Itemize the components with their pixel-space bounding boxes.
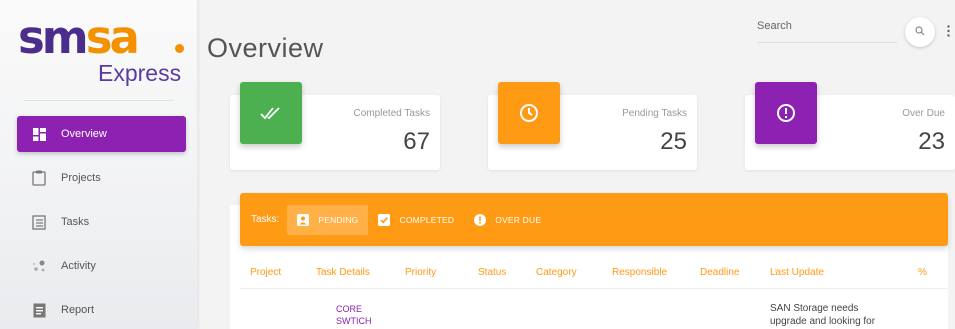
sidebar-item-label: Report [61,304,95,316]
search-input[interactable]: Search [757,20,897,43]
double-check-icon [240,82,302,144]
tab-over-due[interactable]: OVER DUE [464,205,551,235]
over-due-card[interactable]: Over Due 23 [745,82,955,170]
person-icon [297,213,310,226]
list-icon [31,214,47,230]
task-details-cell[interactable]: CORE SWTICH [336,303,372,327]
alert-circle-icon [474,213,487,226]
tab-pending[interactable]: PENDING [287,204,369,235]
card-value: 23 [918,128,945,155]
card-label: Completed Tasks [353,108,430,119]
card-value: 67 [403,128,430,155]
completed-tasks-card[interactable]: Completed Tasks 67 [230,82,440,170]
dashboard-icon [31,126,47,142]
report-icon [31,302,47,318]
page-title: Overview [207,33,324,63]
clipboard-icon [31,170,47,186]
sidebar-item-tasks[interactable]: Tasks [17,204,186,240]
tab-label: PENDING [318,214,359,225]
more-options-icon[interactable] [947,24,950,37]
table-divider [240,288,948,289]
sidebar-item-activity[interactable]: Activity [17,248,186,284]
tab-completed[interactable]: COMPLETED [368,205,464,235]
logo-wordmark: smsa [18,11,140,64]
last-update-cell: SAN Storage needs upgrade and looking fo… [770,303,876,327]
activity-icon [31,258,47,274]
card-label: Pending Tasks [622,108,687,119]
sidebar-item-projects[interactable]: Projects [17,160,186,196]
search-icon [915,23,925,41]
sidebar-item-label: Activity [61,260,96,272]
alert-circle-icon [755,82,817,144]
sidebar-item-label: Tasks [61,216,90,228]
sidebar-divider [24,100,174,101]
sidebar-item-overview[interactable]: Overview [17,116,186,152]
clock-icon [498,82,560,144]
search-button[interactable] [905,17,935,47]
sidebar-item-label: Overview [61,128,107,140]
sidebar: smsa Express Overview Projects Tasks Act… [0,0,197,329]
card-value: 25 [660,128,687,155]
tab-label: COMPLETED [399,214,455,225]
check-square-icon [378,213,391,226]
tab-label: OVER DUE [495,214,542,225]
sidebar-item-report[interactable]: Report [17,292,186,328]
tasks-tab-bar: Tasks: PENDING COMPLETED OVER DUE [240,193,948,246]
sidebar-item-label: Projects [61,172,101,184]
logo-subtitle: Express [98,60,182,86]
smsa-express-logo[interactable]: smsa Express [18,14,188,94]
logo-dot [175,44,184,53]
tasks-label: Tasks: [251,214,280,225]
pending-tasks-card[interactable]: Pending Tasks 25 [488,82,697,170]
card-label: Over Due [902,108,945,119]
